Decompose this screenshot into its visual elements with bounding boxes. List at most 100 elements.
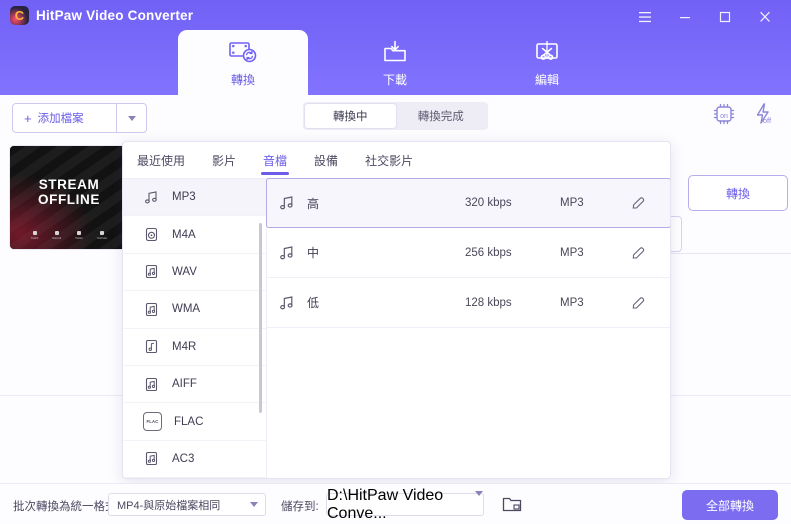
hardware-acceleration-on-icon[interactable]: on — [711, 101, 737, 127]
flac-badge-icon: FLAC — [143, 412, 162, 432]
audio-file-icon — [143, 301, 160, 318]
thumbnail-social-item: YouTube — [97, 231, 107, 240]
quality-name: 中 — [307, 246, 320, 260]
youtube-icon — [99, 231, 104, 235]
format-panel-body: MP3 M4A WAV WMA M4R AIFF FLAC FLAC AC3 高… — [123, 178, 670, 478]
svg-text:off: off — [763, 116, 772, 125]
tab-edit[interactable]: 編輯 — [482, 30, 612, 95]
pencil-edit-icon[interactable] — [630, 195, 646, 211]
save-path-value: D:\HitPaw Video Conve... — [327, 486, 444, 522]
music-note-icon — [143, 189, 160, 206]
format-item-m4r[interactable]: M4R — [123, 329, 266, 366]
tab-convert-label: 轉換 — [230, 73, 255, 87]
format-item-ac3[interactable]: AC3 — [123, 441, 266, 478]
segment-completed[interactable]: 轉換完成 — [396, 104, 487, 128]
file-thumbnail[interactable]: STREAM OFFLINE Twitch Discord Twitter Yo… — [9, 145, 129, 250]
quality-name: 高 — [307, 196, 320, 211]
audio-file-icon — [143, 263, 160, 280]
convert-all-button[interactable]: 全部轉換 — [682, 490, 778, 520]
acceleration-controls: on off — [711, 101, 777, 127]
discord-icon — [54, 231, 59, 235]
close-button[interactable] — [745, 4, 785, 30]
minimize-button[interactable] — [665, 4, 705, 30]
lightning-acceleration-off-icon[interactable]: off — [751, 101, 777, 127]
thumbnail-line2: OFFLINE — [38, 192, 100, 207]
music-note-icon — [267, 295, 307, 311]
pencil-edit-icon[interactable] — [630, 245, 646, 261]
format-label: MP3 — [172, 191, 196, 204]
tab-convert[interactable]: 轉換 — [178, 30, 308, 95]
format-label: M4R — [172, 340, 197, 353]
quality-bitrate: 320 kbps — [465, 197, 512, 209]
quality-list: 高 320 kbps MP3 中 256 kbps MP3 低 128 kbps… — [266, 178, 670, 478]
app-title: HitPaw Video Converter — [36, 8, 194, 23]
format-item-wav[interactable]: WAV — [123, 254, 266, 292]
quality-bitrate: 128 kbps — [465, 296, 512, 309]
tab-download[interactable]: 下載 — [330, 30, 460, 95]
bottom-bar: 批次轉換為統一格式: MP4-與原始檔案相同 儲存到: D:\HitPaw Vi… — [0, 483, 791, 524]
main-tab-bar: 轉換 下載 編輯 — [0, 30, 791, 95]
segment-converting[interactable]: 轉換中 — [305, 104, 396, 128]
chevron-down-icon — [127, 115, 136, 121]
maximize-button[interactable] — [705, 4, 745, 30]
twitch-icon — [32, 231, 37, 235]
pencil-edit-icon[interactable] — [630, 295, 646, 311]
thumbnail-social-icons: Twitch Discord Twitter YouTube — [10, 231, 128, 240]
app-branding: C HitPaw Video Converter — [10, 6, 193, 25]
tab-download-label: 下載 — [382, 73, 407, 87]
chevron-down-icon — [475, 490, 483, 514]
format-list-scrollbar[interactable] — [259, 223, 262, 413]
quality-name: 低 — [307, 296, 320, 310]
quality-format: MP3 — [560, 197, 584, 209]
format-tab-audio[interactable]: 音檔 — [263, 142, 287, 179]
format-label: AIFF — [172, 378, 197, 391]
format-item-wma[interactable]: WMA — [123, 291, 266, 329]
plus-icon: + — [24, 110, 32, 126]
app-logo-icon: C — [10, 6, 29, 25]
status-segmented-control: 轉換中 轉換完成 — [303, 102, 488, 130]
add-file-dropdown-button[interactable] — [116, 104, 146, 132]
thumbnail-social-item: Discord — [52, 231, 61, 240]
quality-bitrate: 256 kbps — [465, 246, 512, 259]
batch-format-label: 批次轉換為統一格式: — [13, 501, 120, 513]
download-folder-icon — [380, 37, 410, 65]
thumbnail-social-item: Twitch — [31, 231, 38, 240]
format-item-m4a[interactable]: M4A — [123, 216, 266, 254]
convert-row-button[interactable]: 轉換 — [688, 175, 788, 211]
format-item-aiff[interactable]: AIFF — [123, 366, 266, 404]
music-note-icon — [267, 195, 307, 211]
thumbnail-image: STREAM OFFLINE Twitch Discord Twitter Yo… — [10, 146, 128, 249]
maximize-icon — [719, 11, 731, 23]
save-to-label: 儲存到: — [281, 501, 319, 513]
quality-format: MP3 — [560, 246, 584, 259]
minimize-icon — [680, 17, 690, 19]
format-item-flac[interactable]: FLAC FLAC — [123, 403, 266, 441]
thumbnail-social-item: Twitter — [75, 231, 83, 240]
format-tab-video[interactable]: 影片 — [212, 142, 236, 179]
menu-button[interactable] — [625, 4, 665, 30]
audio-disc-icon — [143, 226, 160, 243]
format-label: AC3 — [172, 452, 195, 465]
batch-format-select[interactable]: MP4-與原始檔案相同 — [108, 493, 266, 516]
film-convert-icon — [228, 37, 258, 65]
format-tab-recent[interactable]: 最近使用 — [137, 142, 185, 179]
quality-row-low[interactable]: 低 128 kbps MP3 — [267, 278, 670, 328]
format-item-mp3[interactable]: MP3 — [123, 179, 266, 217]
open-folder-button[interactable] — [502, 495, 522, 514]
format-tab-device[interactable]: 設備 — [314, 142, 338, 179]
format-picker-panel: 最近使用 影片 音檔 設備 社交影片 MP3 M4A WAV WMA M4R A… — [122, 141, 671, 479]
quality-row-high[interactable]: 高 320 kbps MP3 — [266, 178, 670, 228]
thumbnail-line1: STREAM — [38, 177, 100, 192]
file-row-divider-right — [668, 253, 791, 254]
close-icon — [760, 11, 770, 22]
add-file-label: 添加檔案 — [37, 113, 84, 125]
audio-file-icon — [143, 450, 160, 467]
format-label: M4A — [172, 228, 196, 241]
hamburger-icon — [639, 12, 651, 23]
save-path-select[interactable]: D:\HitPaw Video Conve... — [326, 487, 484, 522]
window-controls — [625, 4, 785, 30]
quality-row-medium[interactable]: 中 256 kbps MP3 — [267, 228, 670, 278]
add-file-button[interactable]: + 添加檔案 — [13, 104, 116, 132]
format-tab-social[interactable]: 社交影片 — [365, 142, 413, 179]
thumbnail-caption: STREAM OFFLINE — [10, 177, 128, 207]
